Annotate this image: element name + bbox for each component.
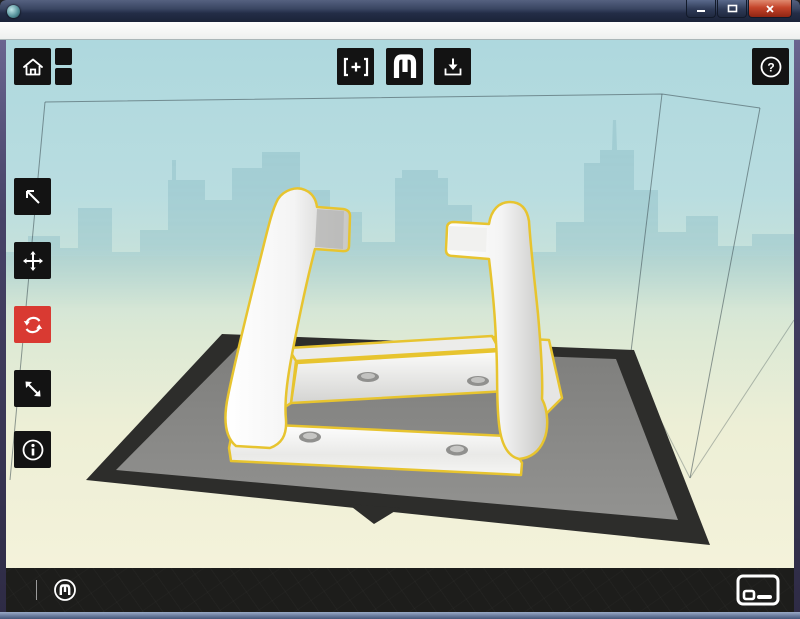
footer-bar <box>6 568 794 612</box>
help-button[interactable]: ? <box>752 48 789 85</box>
minimize-button[interactable] <box>686 0 716 18</box>
add-button[interactable] <box>337 48 374 85</box>
brackets-plus-icon <box>343 57 368 76</box>
titlebar <box>0 0 800 22</box>
menubar <box>0 22 800 40</box>
makerbot-m-icon <box>393 53 416 78</box>
makerware-app-icon <box>7 4 20 18</box>
makerware-window: ? <box>0 0 800 619</box>
cross-arrows-icon <box>22 250 43 271</box>
close-button[interactable] <box>748 0 792 18</box>
save-button[interactable] <box>434 48 471 85</box>
move-tool-button[interactable] <box>14 242 51 279</box>
scale-tool-button[interactable] <box>14 370 51 407</box>
make-button[interactable] <box>386 48 423 85</box>
download-tray-icon <box>444 58 461 75</box>
zoom-in-button[interactable] <box>55 48 72 65</box>
replicator-printer-icon <box>736 574 780 606</box>
maximize-button[interactable] <box>717 0 747 18</box>
svg-text:?: ? <box>767 60 774 74</box>
3d-scene[interactable] <box>6 40 794 568</box>
question-circle-icon: ? <box>760 56 781 77</box>
viewport[interactable]: ? <box>6 40 794 568</box>
object-tool-button[interactable] <box>14 431 51 468</box>
house-icon <box>22 58 43 75</box>
home-view-button[interactable] <box>14 48 51 85</box>
look-tool-button[interactable] <box>14 178 51 215</box>
window-border-left <box>0 40 6 612</box>
window-border-right <box>794 40 800 612</box>
rotate-arrows-icon <box>23 316 42 333</box>
model-left-hook-face <box>315 209 344 249</box>
makerbot-circle-m-icon <box>54 579 76 601</box>
arrow-up-left-icon <box>25 189 40 204</box>
model-right-hook-face <box>448 226 487 252</box>
footer-divider <box>36 580 37 600</box>
turn-tool-button[interactable] <box>14 306 51 343</box>
zoom-out-button[interactable] <box>55 68 72 85</box>
diagonal-arrows-icon <box>25 381 40 396</box>
info-circle-icon <box>22 439 43 460</box>
window-border-bottom <box>0 612 800 619</box>
